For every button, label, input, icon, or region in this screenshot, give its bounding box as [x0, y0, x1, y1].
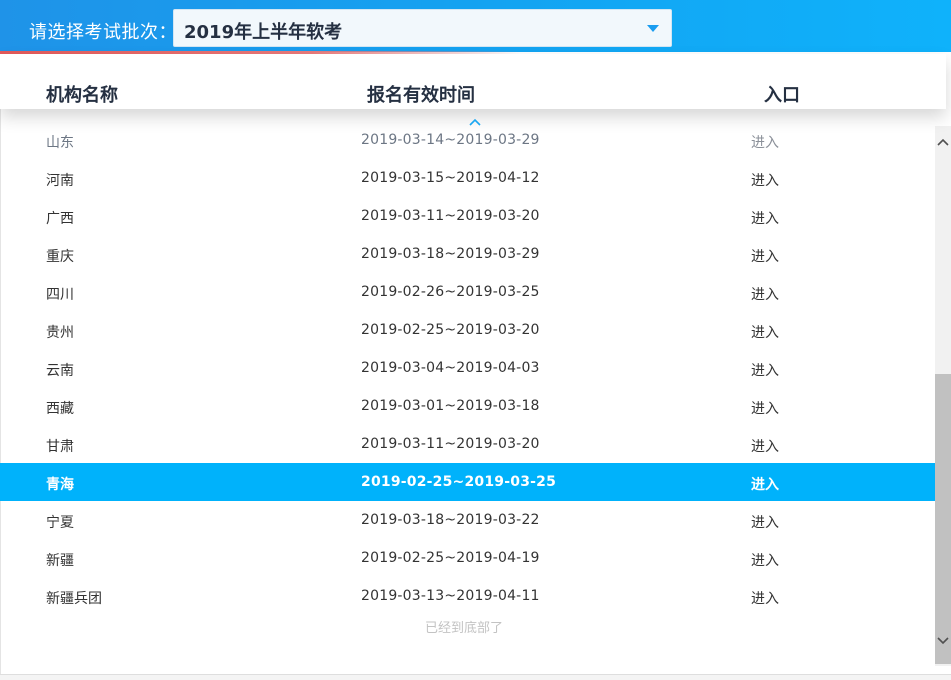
row-period: 2019-03-15~2019-04-12 — [361, 170, 540, 186]
row-period: 2019-03-01~2019-03-18 — [361, 398, 540, 414]
row-entry-link[interactable]: 进入 — [751, 436, 779, 456]
table-row[interactable]: 宁夏 2019-03-18~2019-03-22 进入 — [0, 501, 935, 539]
row-entry-link[interactable]: 进入 — [751, 550, 779, 570]
row-entry-link[interactable]: 进入 — [751, 398, 779, 418]
row-entry-link[interactable]: 进入 — [751, 208, 779, 228]
row-institution: 河南 — [46, 173, 74, 189]
row-entry-link[interactable]: 进入 — [751, 360, 779, 380]
table-row[interactable]: 新疆兵团 2019-03-13~2019-04-11 进入 — [0, 577, 935, 615]
row-institution: 山东 — [46, 135, 74, 151]
batch-select-value: 2019年上半年软考 — [184, 22, 343, 43]
row-period: 2019-02-25~2019-03-20 — [361, 322, 540, 338]
table-row[interactable]: 贵州 2019-02-25~2019-03-20 进入 — [0, 311, 935, 349]
scroll-down-arrow-icon[interactable] — [935, 633, 951, 649]
chevron-down-icon[interactable] — [647, 25, 659, 32]
row-institution: 贵州 — [46, 325, 74, 341]
row-period: 2019-03-11~2019-03-20 — [361, 436, 540, 452]
row-period: 2019-03-18~2019-03-29 — [361, 246, 540, 262]
row-period: 2019-03-13~2019-04-11 — [361, 588, 540, 604]
row-period: 2019-02-26~2019-03-25 — [361, 284, 540, 300]
scrollbar-thumb[interactable] — [935, 374, 951, 664]
row-institution: 宁夏 — [46, 515, 74, 531]
scroll-up-arrow-icon[interactable] — [935, 134, 951, 150]
table-header: 机构名称 报名有效时间 入口 — [0, 54, 946, 109]
table-row[interactable]: 山东 2019-03-14~2019-03-29 进入 — [0, 121, 935, 159]
table-row[interactable]: 河南 2019-03-15~2019-04-12 进入 — [0, 159, 935, 197]
column-header-institution: 机构名称 — [46, 85, 118, 106]
table-row[interactable]: 四川 2019-02-26~2019-03-25 进入 — [0, 273, 935, 311]
chevron-up-icon[interactable] — [469, 118, 481, 126]
row-institution: 四川 — [46, 287, 74, 303]
row-period: 2019-03-18~2019-03-22 — [361, 512, 540, 528]
table-row[interactable]: 新疆 2019-02-25~2019-04-19 进入 — [0, 539, 935, 577]
row-institution: 西藏 — [46, 401, 74, 417]
end-of-list-tip: 已经到底部了 — [425, 621, 504, 636]
row-period: 2019-03-04~2019-04-03 — [361, 360, 540, 376]
row-period: 2019-02-25~2019-03-25 — [361, 474, 557, 490]
table-row[interactable]: 云南 2019-03-04~2019-04-03 进入 — [0, 349, 935, 387]
row-entry-link[interactable]: 进入 — [751, 170, 779, 190]
row-entry-link[interactable]: 进入 — [751, 284, 779, 304]
table-row[interactable]: 西藏 2019-03-01~2019-03-18 进入 — [0, 387, 935, 425]
column-header-period: 报名有效时间 — [367, 85, 475, 106]
row-period: 2019-02-25~2019-04-19 — [361, 550, 540, 566]
row-institution: 新疆 — [46, 553, 74, 569]
row-institution: 重庆 — [46, 249, 74, 265]
table-row[interactable]: 甘肃 2019-03-11~2019-03-20 进入 — [0, 425, 935, 463]
row-entry-link[interactable]: 进入 — [751, 512, 779, 532]
row-entry-link[interactable]: 进入 — [751, 474, 779, 494]
column-header-entry: 入口 — [764, 85, 800, 106]
row-institution: 云南 — [46, 363, 74, 379]
batch-select[interactable]: 2019年上半年软考 — [173, 9, 672, 47]
table-row[interactable]: 广西 2019-03-11~2019-03-20 进入 — [0, 197, 935, 235]
row-institution: 广西 — [46, 211, 74, 227]
row-period: 2019-03-11~2019-03-20 — [361, 208, 540, 224]
batch-label: 请选择考试批次： — [29, 22, 177, 43]
table-row[interactable]: 重庆 2019-03-18~2019-03-29 进入 — [0, 235, 935, 273]
row-institution: 青海 — [46, 477, 74, 493]
table-row-selected[interactable]: 青海 2019-02-25~2019-03-25 进入 — [0, 463, 935, 501]
row-entry-link[interactable]: 进入 — [751, 588, 779, 608]
row-institution: 甘肃 — [46, 439, 74, 455]
panel-bottom-edge — [0, 674, 951, 680]
row-period: 2019-03-14~2019-03-29 — [361, 132, 540, 148]
row-entry-link[interactable]: 进入 — [751, 132, 779, 152]
row-entry-link[interactable]: 进入 — [751, 322, 779, 342]
row-institution: 新疆兵团 — [46, 591, 102, 607]
row-entry-link[interactable]: 进入 — [751, 246, 779, 266]
